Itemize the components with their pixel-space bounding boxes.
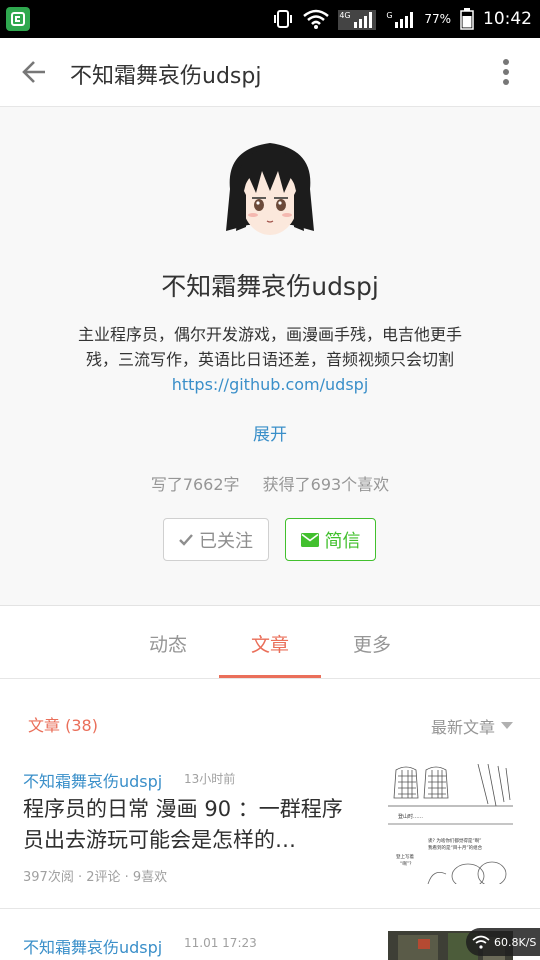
avatar[interactable] — [222, 139, 318, 243]
profile-tabs: 动态 文章 更多 — [0, 606, 540, 679]
thumb-caption: 登上写着 — [396, 853, 414, 860]
status-bar: 4G G 77% 10:42 — [0, 0, 540, 38]
sort-dropdown[interactable]: 最新文章 — [431, 714, 513, 738]
mail-icon — [300, 532, 319, 547]
page-title: 不知霜舞哀伤udspj — [70, 64, 262, 89]
thumb-caption: 我看到的是“目十月”的组合 — [428, 844, 483, 851]
profile-stats: 写了7662字 获得了693个喜欢 — [0, 471, 540, 495]
article-time: 13小时前 — [184, 772, 236, 786]
tab-more[interactable]: 更多 — [322, 630, 422, 657]
message-label: 简信 — [324, 530, 361, 552]
app-bar: 不知霜舞哀伤udspj — [0, 38, 540, 107]
signal-g-icon: G — [385, 8, 415, 30]
following-button[interactable]: 已关注 — [163, 518, 269, 561]
wifi-icon — [472, 935, 490, 949]
article-item[interactable]: 不知霜舞哀伤udspj 13小时前 程序员的日常 漫画 90 ：一群程序员出去游… — [0, 760, 540, 908]
article-count-title: 文章 (38) — [28, 716, 98, 735]
github-link[interactable]: https://github.com/udspj — [40, 372, 500, 397]
wifi-icon — [303, 9, 330, 29]
profile-header: 不知霜舞哀伤udspj 主业程序员，偶尔开发游戏，画漫画手残，电吉他更手 残，三… — [0, 107, 540, 606]
expand-bio-button[interactable]: 展开 — [0, 420, 540, 445]
tab-articles[interactable]: 文章 — [220, 630, 320, 657]
arrow-back-icon — [22, 61, 45, 83]
profile-bio: 主业程序员，偶尔开发游戏，画漫画手残，电吉他更手 残，三流写作，英语比日语还差，… — [40, 322, 500, 397]
sort-label: 最新文章 — [430, 718, 495, 737]
network-speed-overlay: 60.8K/S — [466, 928, 540, 956]
signal-4g-icon: 4G — [338, 8, 377, 30]
profile-name: 不知霜舞哀伤udspj — [161, 272, 379, 301]
dropdown-arrow-icon — [501, 722, 513, 729]
active-tab-indicator — [219, 675, 321, 678]
check-icon — [179, 533, 193, 546]
article-author[interactable]: 不知霜舞哀伤udspj — [23, 934, 162, 958]
article-time: 11.01 17:23 — [184, 936, 257, 950]
following-label: 已关注 — [199, 530, 253, 552]
network-speed-text: 60.8K/S — [494, 935, 537, 949]
clock: 10:42 — [483, 9, 532, 29]
likes-stat: 获得了693个喜欢 — [262, 475, 390, 494]
article-title[interactable]: 程序员的日常 漫画 90 ：一群程序员出去游玩可能会是怎样的… — [23, 794, 363, 856]
comic-thumbnail-image: 登山时…… 诶? 为啥你们都觉得是“啊” 我看到的是“目十月”的组合 登上写着 … — [388, 764, 513, 884]
back-button[interactable] — [14, 52, 54, 92]
battery-percent: 77% — [424, 12, 451, 26]
article-meta: 397次阅 · 2评论 · 9喜欢 — [23, 870, 168, 885]
more-vert-icon — [503, 59, 509, 85]
thumb-caption: 诶? 为啥你们都觉得是“啊” — [428, 837, 481, 844]
anime-girl-avatar-image — [226, 143, 314, 235]
tab-activity[interactable]: 动态 — [118, 630, 218, 657]
more-options-button[interactable] — [486, 52, 526, 92]
battery-icon — [460, 8, 474, 30]
vibrate-icon — [274, 10, 293, 28]
app-notification-icon — [6, 7, 30, 31]
thumb-caption: 登山时…… — [398, 813, 423, 820]
article-author[interactable]: 不知霜舞哀伤udspj — [23, 768, 162, 792]
word-count-stat: 写了7662字 — [150, 475, 240, 494]
bio-line: 残，三流写作，英语比日语还差，音频视频只会切割 — [85, 350, 454, 369]
article-thumbnail[interactable]: 登山时…… 诶? 为啥你们都觉得是“啊” 我看到的是“目十月”的组合 登上写着 … — [388, 764, 513, 884]
article-item[interactable]: 不知霜舞哀伤udspj 11.01 17:23 — [0, 909, 540, 960]
thumb-caption: “啊”？ — [400, 861, 414, 867]
bio-line: 主业程序员，偶尔开发游戏，画漫画手残，电吉他更手 — [77, 325, 462, 344]
message-button[interactable]: 简信 — [285, 518, 376, 561]
